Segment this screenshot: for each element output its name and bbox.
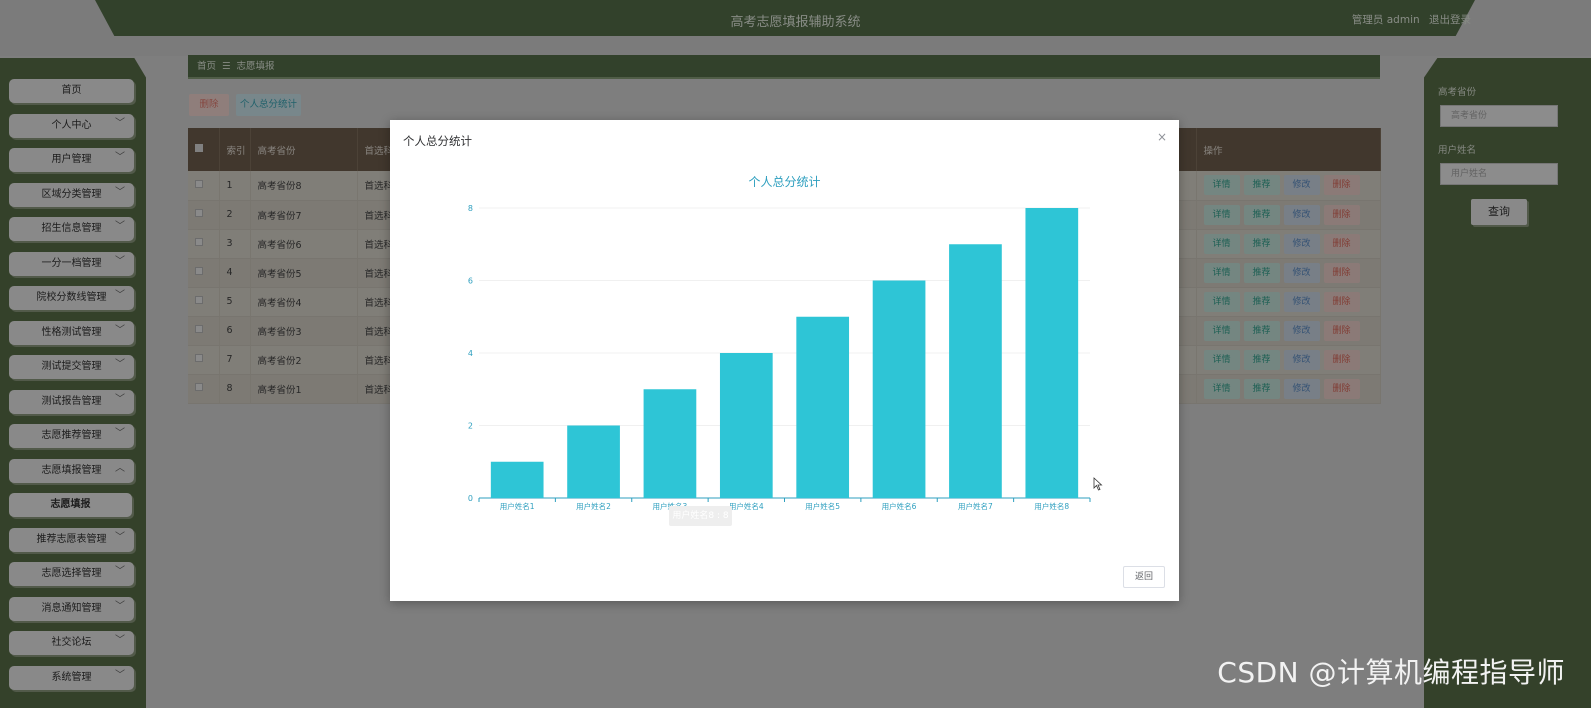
x-tick-label: 用户姓名1 [500,501,535,511]
chart-tooltip: 用户姓名8 : 8 [669,506,732,526]
bar-7 [949,244,1002,498]
y-tick-label: 4 [468,349,473,358]
bar-chart: 02468用户姓名1用户姓名2用户姓名3用户姓名4用户姓名5用户姓名6用户姓名7… [468,204,1091,511]
y-tick-label: 0 [468,494,473,503]
bar-4 [719,353,773,498]
x-tick-label: 用户姓名5 [805,501,840,511]
mouse-cursor-icon [1093,477,1103,491]
x-tick-label: 用户姓名7 [958,501,993,511]
x-tick-label: 用户姓名4 [729,501,764,511]
x-tick-label: 用户姓名2 [576,501,611,511]
y-tick-label: 6 [468,277,473,286]
y-tick-label: 2 [468,422,473,431]
bar-3 [643,389,697,498]
bar-1 [490,461,544,498]
x-tick-label: 用户姓名6 [882,501,917,511]
bar-8 [1025,208,1079,498]
bar-2 [567,425,620,498]
watermark: CSDN @计算机编程指导师 [1217,656,1565,689]
stats-modal: 个人总分统计 × 个人总分统计 02468用户姓名1用户姓名2用户姓名3用户姓名… [390,120,1179,601]
bar-6 [872,280,926,498]
y-tick-label: 8 [468,204,473,213]
back-button[interactable]: 返回 [1123,566,1165,588]
x-tick-label: 用户姓名8 [1034,501,1069,511]
bar-5 [796,316,850,498]
